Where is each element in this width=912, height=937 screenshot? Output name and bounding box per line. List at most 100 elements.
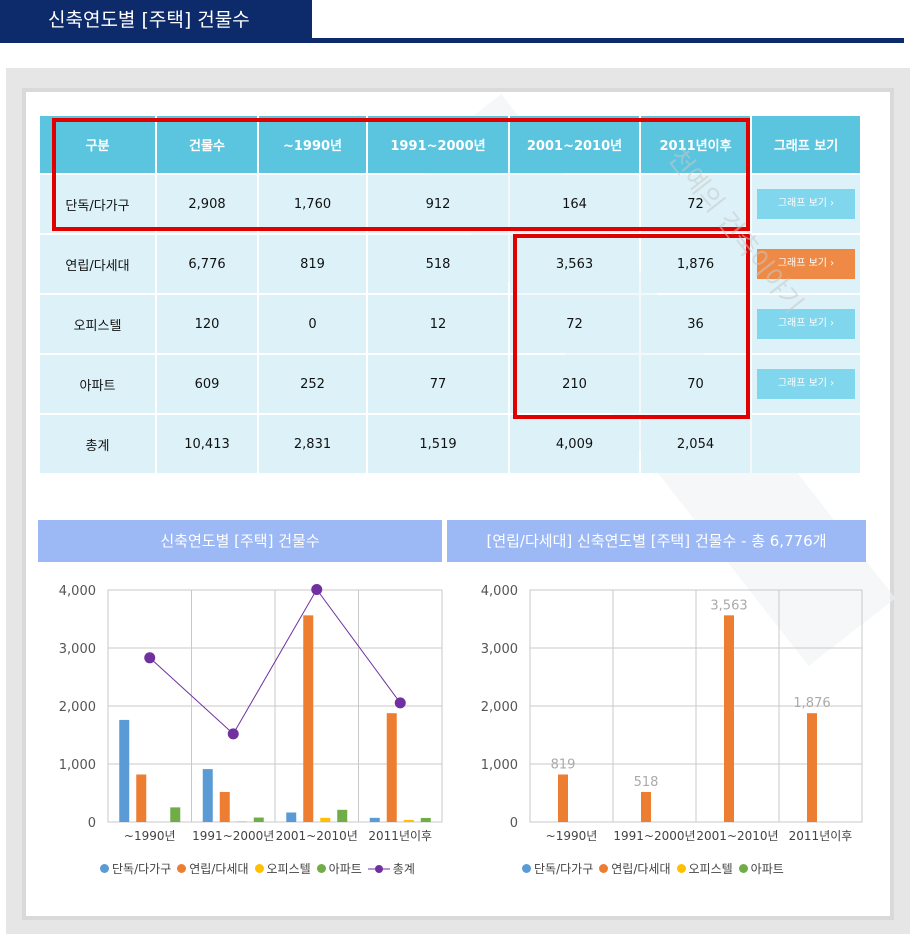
legend-marker [100, 864, 109, 873]
x-tick-label: ~1990년 [546, 829, 598, 843]
y-tick-label: 2,000 [59, 700, 96, 715]
legend-marker [522, 864, 531, 873]
legend-item: 아파트 [738, 860, 784, 877]
y-tick-label: 4,000 [59, 584, 96, 599]
data-label: 819 [551, 757, 576, 772]
table-cell: 819 [259, 235, 366, 293]
legend-item: 오피스텔 [676, 860, 733, 877]
bar [641, 791, 651, 822]
legend-marker [177, 864, 187, 873]
total-point [394, 697, 406, 709]
legend-label: 오피스텔 [266, 862, 311, 876]
table-cell: 4,009 [510, 415, 639, 473]
bar [403, 819, 414, 822]
bar [202, 769, 213, 822]
table-cell: 609 [157, 355, 257, 413]
left-chart: 0 1,000 2,000 3,000 4,000 ~1990년 1991~2000년 200… [59, 583, 443, 843]
data-label: 3,563 [710, 598, 747, 613]
legend-item: 단독/다가구 [100, 860, 171, 877]
y-tick-label: 1,000 [59, 758, 96, 773]
y-tick-label: 3,000 [481, 642, 518, 657]
bar [303, 615, 314, 822]
legend-label: 연립/다세대 [611, 862, 671, 876]
bar [369, 817, 380, 822]
x-tick-label: 2011년이후 [789, 829, 853, 843]
legend-marker [316, 864, 326, 873]
graph-cell: 그래프 보기 › [752, 175, 860, 233]
table-cell: 2,831 [259, 415, 366, 473]
view-graph-button[interactable]: 그래프 보기 › [757, 309, 855, 339]
page-title: 신축연도별 [주택] 건물수 [0, 0, 312, 43]
legend-item: 연립/다세대 [599, 860, 671, 877]
legend-line-marker [367, 864, 390, 873]
legend-item: 연립/다세대 [177, 860, 249, 877]
top-bar: 신축연도별 [주택] 건물수 [0, 0, 912, 46]
legend-marker [254, 864, 264, 873]
bar [320, 817, 331, 822]
bar [386, 713, 397, 822]
y-tick-label: 3,000 [59, 642, 96, 657]
right-chart-legend: 단독/다가구 연립/다세대 오피스텔 아파트 [522, 860, 784, 877]
view-graph-button[interactable]: 그래프 보기 › [757, 369, 855, 399]
right-chart-title: [연립/다세대] 신축연도별 [주택] 건물수 - 총 6,776개 [447, 520, 866, 562]
table-cell: 518 [368, 235, 508, 293]
table-cell: 252 [259, 355, 366, 413]
bar [119, 719, 130, 822]
y-tick-label: 0 [510, 816, 518, 831]
y-tick-label: 4,000 [481, 584, 518, 599]
table-cell: 12 [368, 295, 508, 353]
table-cell: 10,413 [157, 415, 257, 473]
total-point [144, 652, 156, 664]
y-tick-label: 0 [88, 816, 96, 831]
x-tick-label: 1991~2000년 [192, 829, 274, 843]
right-chart: 0 1,000 2,000 3,000 4,000 819 518 3,563 1,876 ~19… [481, 584, 863, 843]
bar [807, 713, 817, 822]
x-tick-label: ~1990년 [124, 829, 176, 843]
view-graph-button[interactable]: 그래프 보기 › [757, 189, 855, 219]
bar [219, 791, 230, 822]
legend-item: 단독/다가구 [522, 860, 593, 877]
x-tick-label: 2001~2010년 [276, 829, 358, 843]
bar [253, 817, 264, 822]
legend-marker [676, 864, 686, 873]
graph-cell [752, 415, 860, 473]
table-cell: 120 [157, 295, 257, 353]
title-underline [312, 38, 904, 43]
row-label: 아파트 [40, 355, 155, 413]
left-chart-legend: 단독/다가구 연립/다세대 오피스텔 아파트 총계 [100, 860, 415, 877]
left-chart-title: 신축연도별 [주택] 건물수 [38, 520, 442, 562]
graph-cell: 그래프 보기 › [752, 295, 860, 353]
bar [420, 817, 431, 822]
highlight-box-cols [513, 234, 750, 419]
x-tick-label: 2011년이후 [368, 829, 432, 843]
bar [337, 809, 348, 822]
bar [236, 821, 247, 822]
table-cell: 2,054 [641, 415, 750, 473]
bar [170, 807, 181, 822]
legend-item-total: 총계 [367, 860, 415, 877]
highlight-box-row1 [52, 118, 750, 231]
row-label: 연립/다세대 [40, 235, 155, 293]
graph-cell: 그래프 보기 › [752, 355, 860, 413]
th-graph: 그래프 보기 [752, 116, 860, 173]
legend-item: 오피스텔 [254, 860, 311, 877]
row-label: 오피스텔 [40, 295, 155, 353]
y-tick-label: 1,000 [481, 758, 518, 773]
bar [286, 812, 297, 822]
legend-label: 아파트 [328, 862, 362, 876]
table-cell: 6,776 [157, 235, 257, 293]
total-point [227, 728, 239, 740]
legend-label: 단독/다가구 [534, 862, 594, 876]
x-tick-label: 2001~2010년 [696, 829, 778, 843]
table-row: 총계 10,413 2,831 1,519 4,009 2,054 [40, 415, 860, 473]
legend-marker [738, 864, 748, 873]
legend-label: 연립/다세대 [189, 862, 249, 876]
legend-label: 단독/다가구 [112, 862, 172, 876]
legend-label: 아파트 [750, 862, 784, 876]
legend-marker [599, 864, 609, 873]
bar [136, 774, 147, 822]
table-cell: 0 [259, 295, 366, 353]
legend-item: 아파트 [316, 860, 362, 877]
table-cell: 77 [368, 355, 508, 413]
legend-label: 오피스텔 [688, 862, 733, 876]
